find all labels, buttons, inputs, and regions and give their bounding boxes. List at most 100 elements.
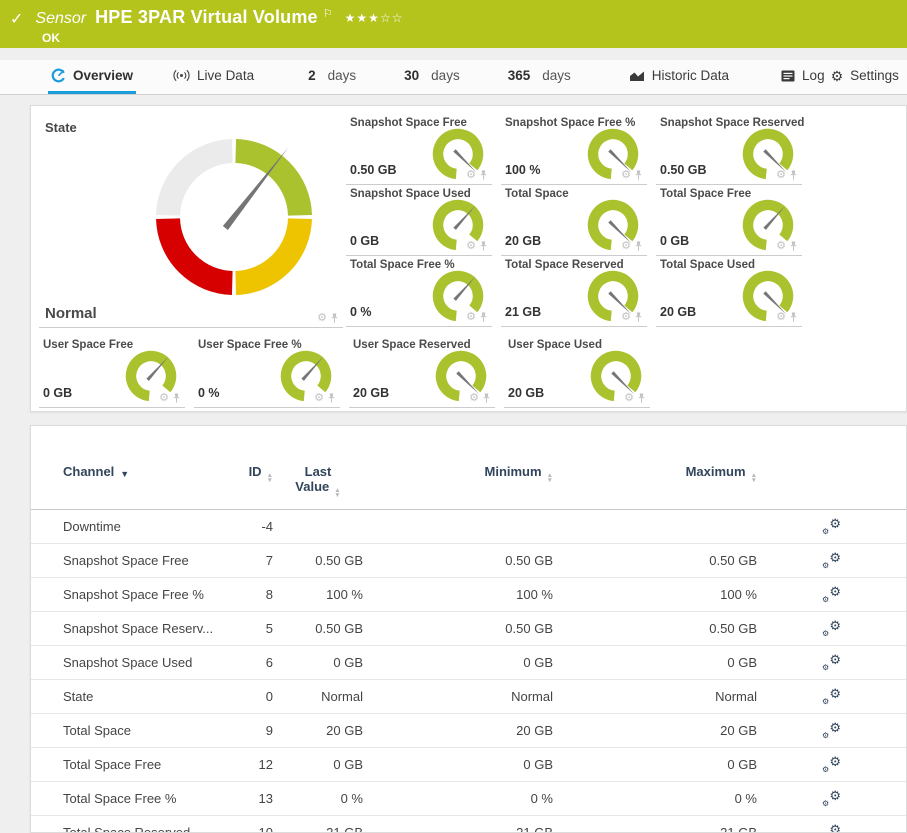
channel-settings-icon[interactable]: ⚙⚙ — [821, 790, 841, 808]
channel-gauge-value: 20 GB — [508, 386, 544, 400]
pin-icon[interactable] — [634, 312, 643, 323]
channel-settings-icon[interactable]: ⚙⚙ — [821, 586, 841, 604]
channel-gauge-cell[interactable]: Total Space Reserved 21 GB ⚙ — [501, 256, 647, 327]
channel-gauge-grid: Snapshot Space Free 0.50 GB ⚙ Snapshot S… — [346, 114, 811, 327]
gear-icon[interactable]: ⚙ — [776, 312, 786, 323]
channel-gauge-cell[interactable]: Total Space Free 0 GB ⚙ — [656, 185, 802, 256]
column-header-id[interactable]: ID▲▼ — [233, 464, 273, 482]
pin-icon[interactable] — [330, 313, 339, 324]
channel-settings-cell: ⚙⚙ — [821, 620, 841, 638]
pin-icon[interactable] — [479, 241, 488, 252]
pin-icon[interactable] — [482, 393, 491, 404]
channel-settings-icon[interactable]: ⚙⚙ — [821, 552, 841, 570]
channel-id-cell: 9 — [233, 723, 273, 738]
channel-name-cell[interactable]: Snapshot Space Free % — [63, 587, 233, 602]
sensor-status-badge: OK — [42, 31, 60, 45]
channel-settings-icon[interactable]: ⚙⚙ — [821, 756, 841, 774]
tab-log[interactable]: Log — [778, 60, 828, 94]
channel-settings-icon[interactable]: ⚙⚙ — [821, 654, 841, 672]
priority-stars[interactable]: ★★★☆☆ — [345, 11, 404, 25]
gear-icon[interactable]: ⚙ — [624, 393, 634, 404]
column-header-last-value[interactable]: LastValue▲▼ — [273, 464, 363, 497]
channel-gauge-cell[interactable]: Total Space Used 20 GB ⚙ — [656, 256, 802, 327]
flag-icon[interactable]: ⚐ — [323, 7, 333, 20]
channel-settings-icon[interactable]: ⚙⚙ — [821, 518, 841, 536]
gear-icon[interactable]: ⚙ — [621, 170, 631, 181]
pin-icon[interactable] — [637, 393, 646, 404]
channel-gauge-cell[interactable]: Snapshot Space Free 0.50 GB ⚙ — [346, 114, 492, 185]
channel-gauge-cell[interactable]: User Space Reserved 20 GB ⚙ — [349, 336, 495, 408]
channel-gauge-cell[interactable]: Snapshot Space Free % 100 % ⚙ — [501, 114, 647, 185]
tab-overview[interactable]: Overview — [48, 60, 136, 94]
channel-gauge-cell[interactable]: User Space Free % 0 % ⚙ — [194, 336, 340, 408]
channel-id-cell: 0 — [233, 689, 273, 704]
pin-icon[interactable] — [327, 393, 336, 404]
state-gauge-label: State — [45, 120, 77, 135]
channel-gauge-value: 0 GB — [660, 234, 689, 248]
channel-name-cell[interactable]: Total Space Free — [63, 757, 233, 772]
sort-desc-icon: ▼ — [120, 469, 129, 479]
channel-gauge-cell[interactable]: User Space Used 20 GB ⚙ — [504, 336, 650, 408]
pin-icon[interactable] — [789, 312, 798, 323]
gauge-cell-actions: ⚙ — [466, 170, 488, 181]
channel-gauge-cell[interactable]: Total Space Free % 0 % ⚙ — [346, 256, 492, 327]
channel-gauge-cell[interactable]: Snapshot Space Used 0 GB ⚙ — [346, 185, 492, 256]
channel-name-cell[interactable]: Snapshot Space Used — [63, 655, 233, 670]
channel-settings-icon[interactable]: ⚙⚙ — [821, 722, 841, 740]
gear-icon[interactable]: ⚙ — [317, 313, 327, 324]
pin-icon[interactable] — [634, 170, 643, 181]
channel-name-cell[interactable]: Total Space — [63, 723, 233, 738]
gear-icon[interactable]: ⚙ — [776, 170, 786, 181]
channel-name-cell[interactable]: Snapshot Space Free — [63, 553, 233, 568]
gear-icon[interactable]: ⚙ — [314, 393, 324, 404]
state-gauge-value: Normal — [45, 305, 97, 322]
channel-gauge-cell[interactable]: Snapshot Space Reserved 0.50 GB ⚙ — [656, 114, 802, 185]
channel-maximum-cell: 0 % — [553, 791, 757, 806]
column-header-minimum[interactable]: Minimum▲▼ — [363, 464, 553, 482]
gear-icon[interactable]: ⚙ — [159, 393, 169, 404]
tab-historic-data[interactable]: Historic Data — [626, 60, 732, 94]
tab-label: days — [542, 68, 571, 83]
pin-icon[interactable] — [789, 170, 798, 181]
tab-2-days[interactable]: 2days — [305, 60, 359, 94]
tab-settings[interactable]: ⚙ Settings — [828, 60, 902, 94]
column-header-channel[interactable]: Channel▼ — [63, 464, 233, 481]
channel-settings-icon[interactable]: ⚙⚙ — [821, 620, 841, 638]
pin-icon[interactable] — [634, 241, 643, 252]
channel-name-cell[interactable]: State — [63, 689, 233, 704]
gear-icon[interactable]: ⚙ — [469, 393, 479, 404]
gear-icon[interactable]: ⚙ — [776, 241, 786, 252]
channel-gauge-value: 0 % — [198, 386, 220, 400]
gear-icon[interactable]: ⚙ — [621, 312, 631, 323]
channel-name-cell[interactable]: Snapshot Space Reserv... — [63, 621, 233, 636]
channel-table-row: Snapshot Space Used 6 0 GB 0 GB 0 GB ⚙⚙ — [31, 646, 906, 680]
channel-gauge-value: 20 GB — [353, 386, 389, 400]
gear-icon[interactable]: ⚙ — [466, 312, 476, 323]
channel-settings-icon[interactable]: ⚙⚙ — [821, 824, 841, 833]
pin-icon[interactable] — [479, 170, 488, 181]
channel-name-cell[interactable]: Total Space Free % — [63, 791, 233, 806]
channel-name-cell[interactable]: Downtime — [63, 519, 233, 534]
tab-30-days[interactable]: 30days — [401, 60, 463, 94]
gear-icon[interactable]: ⚙ — [466, 241, 476, 252]
pin-icon[interactable] — [172, 393, 181, 404]
channel-gauge-cell[interactable]: Total Space 20 GB ⚙ — [501, 185, 647, 256]
tab-365-days[interactable]: 365days — [505, 60, 574, 94]
tab-label: days — [431, 68, 460, 83]
state-gauge-cell[interactable]: State Normal ⚙ — [39, 114, 343, 328]
channel-settings-icon[interactable]: ⚙⚙ — [821, 688, 841, 706]
channel-last-value-cell: 0 GB — [273, 655, 363, 670]
pin-icon[interactable] — [479, 312, 488, 323]
column-header-maximum[interactable]: Maximum▲▼ — [553, 464, 757, 482]
channel-gauge-value: 20 GB — [505, 234, 541, 248]
channel-settings-cell: ⚙⚙ — [821, 688, 841, 706]
channel-maximum-cell: 0.50 GB — [553, 621, 757, 636]
gear-icon[interactable]: ⚙ — [621, 241, 631, 252]
gear-icon[interactable]: ⚙ — [466, 170, 476, 181]
channel-minimum-cell: 0.50 GB — [363, 553, 553, 568]
pin-icon[interactable] — [789, 241, 798, 252]
channel-name-cell[interactable]: Total Space Reserved — [63, 825, 233, 833]
tab-live-data[interactable]: Live Data — [170, 60, 257, 94]
channel-settings-cell: ⚙⚙ — [821, 756, 841, 774]
channel-gauge-cell[interactable]: User Space Free 0 GB ⚙ — [39, 336, 185, 408]
